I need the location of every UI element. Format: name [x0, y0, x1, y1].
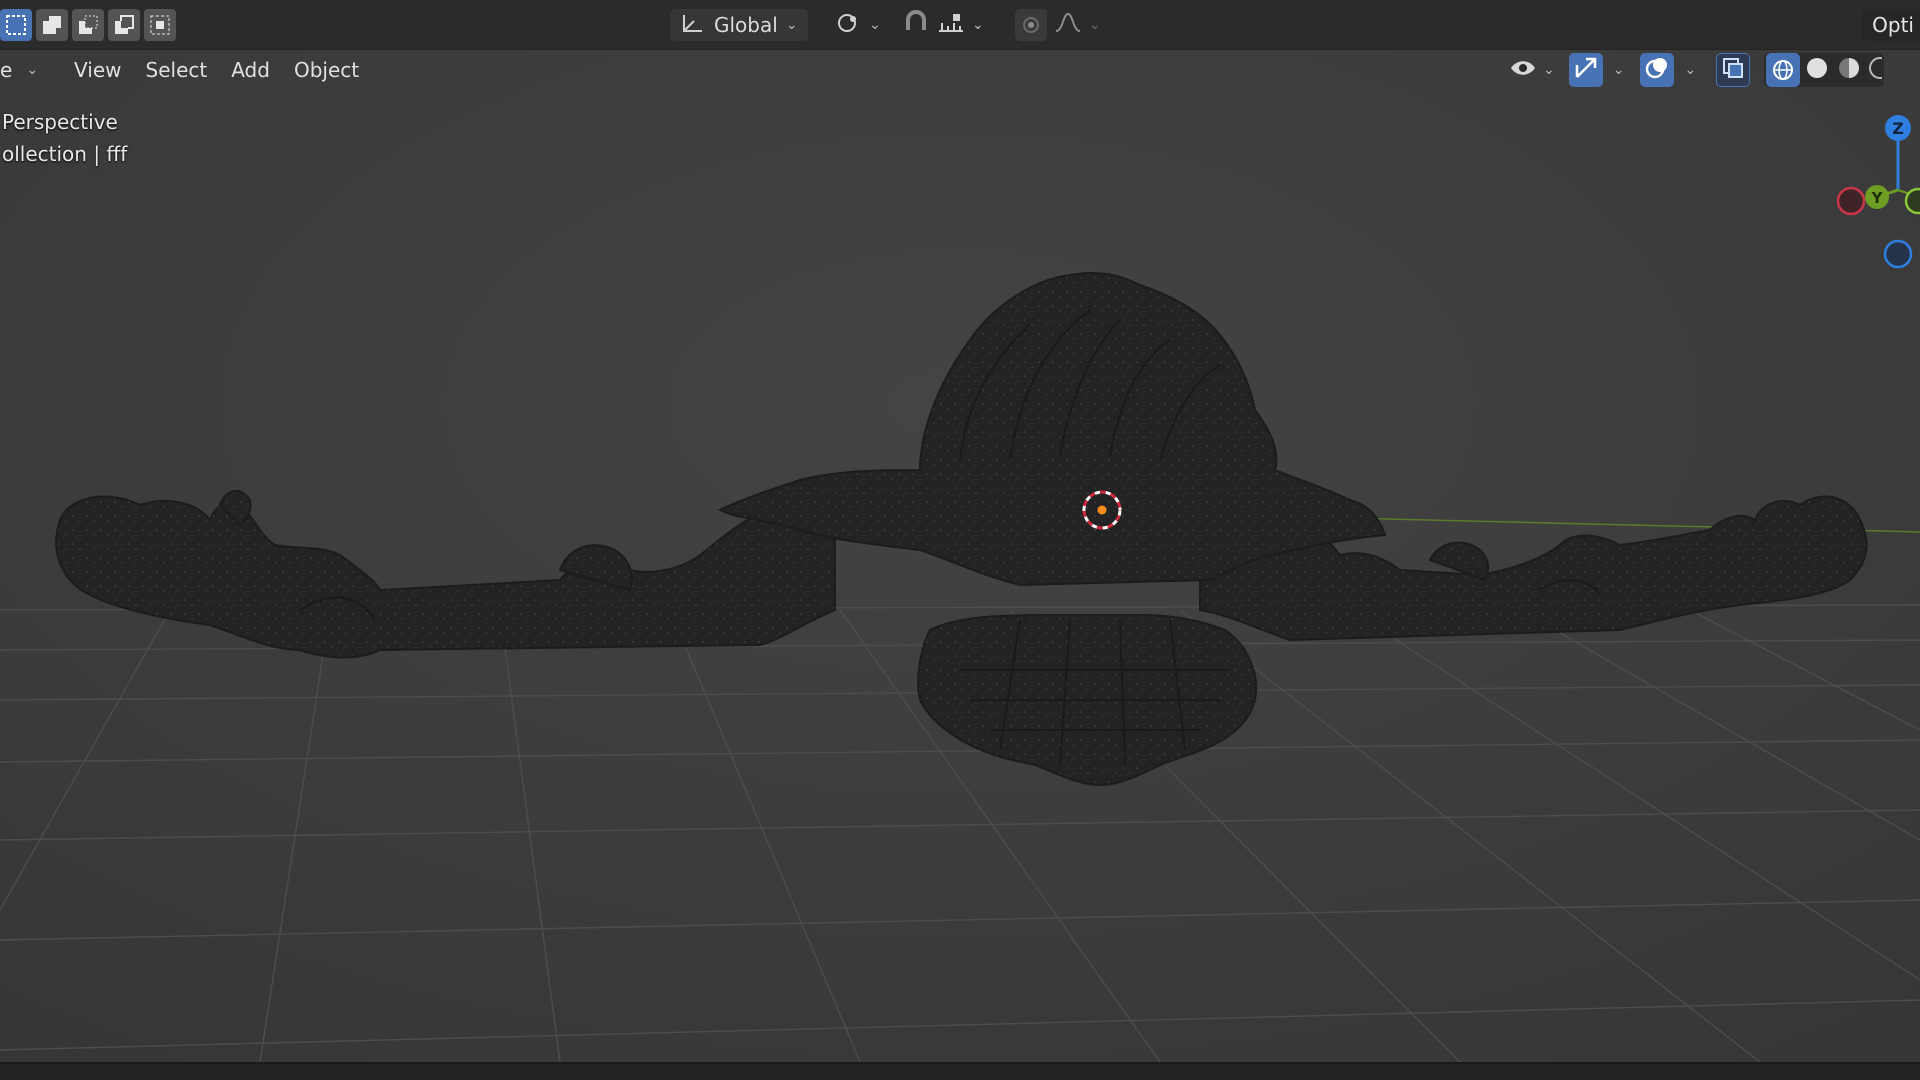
- menu-view[interactable]: View: [64, 54, 131, 86]
- shading-modes: [1764, 53, 1892, 87]
- falloff-curve-icon[interactable]: [1053, 11, 1083, 40]
- viewport-scene[interactable]: [0, 50, 1920, 1062]
- status-bar: [0, 1062, 1920, 1080]
- transform-orientation[interactable]: Global ⌄: [670, 9, 808, 41]
- chevron-down-icon: ⌄: [1543, 62, 1555, 78]
- pivot-point-dropdown[interactable]: ⌄: [835, 9, 881, 41]
- 3d-viewport[interactable]: e ⌄ View Select Add Object Perspective o…: [0, 50, 1920, 1062]
- interaction-mode-label: e: [0, 58, 13, 82]
- proportional-edit-icon[interactable]: [1015, 9, 1047, 41]
- select-difference-icon[interactable]: [108, 9, 140, 41]
- y-axis-label: Y: [1871, 189, 1884, 207]
- magnet-icon: [902, 9, 930, 41]
- visibility-dropdown[interactable]: ⌄: [1505, 53, 1559, 87]
- viewport-menu-bar: e ⌄ View Select Add Object: [0, 52, 369, 88]
- chevron-down-icon: ⌄: [972, 17, 984, 33]
- chevron-down-icon: ⌄: [1089, 17, 1101, 33]
- z-axis-label: Z: [1892, 119, 1904, 138]
- header-bar: Global ⌄ ⌄ ⌄ ⌄ Opti: [0, 0, 1920, 50]
- rendered-shading-icon[interactable]: [1866, 55, 1892, 85]
- chevron-down-icon[interactable]: ⌄: [1684, 62, 1696, 78]
- navigation-gizmo[interactable]: Z Y: [1830, 110, 1920, 280]
- select-intersect-icon[interactable]: [144, 9, 176, 41]
- view-name-label: Perspective: [2, 110, 118, 134]
- solid-shading-icon[interactable]: [1802, 55, 1832, 85]
- collection-label: ollection | fff: [2, 142, 128, 166]
- xray-toggle[interactable]: [1716, 53, 1751, 87]
- neg-z-axis-icon: [1883, 239, 1913, 269]
- gizmo-arrow-icon: [1573, 55, 1599, 85]
- selection-mode-group: [0, 9, 176, 41]
- options-tab[interactable]: Opti: [1862, 9, 1920, 41]
- proportional-edit[interactable]: ⌄: [1015, 9, 1101, 41]
- pivot-icon: [835, 11, 863, 40]
- chevron-down-icon: ⌄: [869, 17, 881, 33]
- select-new-icon[interactable]: [0, 9, 32, 41]
- overlay-circles-icon: [1644, 55, 1670, 85]
- xray-icon: [1721, 56, 1745, 84]
- orientation-label: Global: [714, 13, 778, 37]
- neg-y-axis-icon: [1904, 187, 1920, 215]
- chevron-down-icon[interactable]: ⌄: [1613, 62, 1625, 78]
- chevron-down-icon: ⌄: [785, 17, 798, 33]
- select-extend-icon[interactable]: [36, 9, 68, 41]
- neg-x-axis-icon: [1836, 186, 1866, 216]
- orientation-axes-icon: [680, 12, 706, 39]
- wireframe-shading-icon[interactable]: [1766, 53, 1801, 87]
- menu-select[interactable]: Select: [136, 54, 218, 86]
- gizmo-toggle[interactable]: [1568, 53, 1603, 87]
- viewport-tools: ⌄ ⌄ ⌄: [1505, 52, 1892, 88]
- select-subtract-icon[interactable]: [72, 9, 104, 41]
- material-shading-icon[interactable]: [1834, 55, 1864, 85]
- overlay-toggle[interactable]: [1640, 53, 1675, 87]
- menu-add[interactable]: Add: [221, 54, 280, 86]
- chevron-down-icon: ⌄: [26, 62, 39, 78]
- menu-object[interactable]: Object: [284, 54, 369, 86]
- snap-toggle[interactable]: ⌄: [902, 9, 984, 41]
- interaction-mode-dropdown[interactable]: e ⌄: [0, 54, 46, 86]
- snap-increment-icon: [936, 11, 966, 40]
- eye-icon: [1509, 56, 1537, 84]
